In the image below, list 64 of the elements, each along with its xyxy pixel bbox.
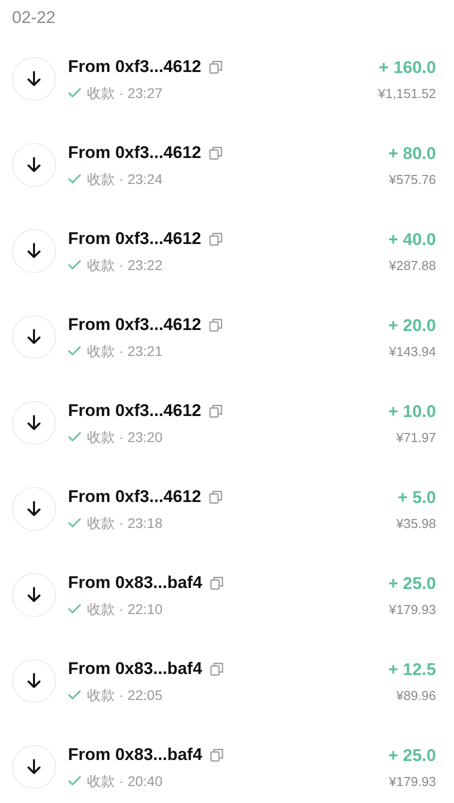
sender-address: From 0xf3...4612 [68,142,202,164]
copy-icon[interactable] [209,318,224,332]
fiat-value: ¥71.97 [396,428,436,446]
transaction-detail: 收款 · 23:18 [87,514,162,533]
amount: + 5.0 [398,487,436,509]
check-icon [68,260,81,270]
amount: + 160.0 [378,57,436,79]
transaction-detail: 收款 · 22:10 [87,600,162,619]
transaction-detail: 收款 · 20:40 [87,772,162,791]
amount: + 20.0 [388,315,436,337]
receive-icon [12,315,56,359]
sender-address: From 0xf3...4612 [68,56,202,78]
fiat-value: ¥1,151.52 [378,84,436,102]
amount: + 10.0 [388,401,436,423]
amount: + 40.0 [388,229,436,251]
sender-address: From 0xf3...4612 [68,314,202,336]
copy-icon[interactable] [210,576,224,590]
receive-icon [12,659,56,703]
fiat-value: ¥89.96 [396,686,436,704]
copy-icon[interactable] [209,60,224,74]
amount: + 25.0 [388,573,436,595]
amount: + 80.0 [388,143,436,165]
copy-icon[interactable] [209,232,224,246]
check-icon [68,432,81,442]
fiat-value: ¥143.94 [389,342,436,360]
copy-icon[interactable] [209,146,224,160]
check-icon [68,604,81,614]
sender-address: From 0xf3...4612 [68,486,202,508]
check-icon [68,174,81,184]
sender-address: From 0x83...baf4 [68,572,202,594]
transaction-detail: 收款 · 22:05 [87,686,162,705]
transaction-detail: 收款 · 23:27 [87,84,162,103]
check-icon [68,776,81,786]
fiat-value: ¥179.93 [389,772,436,790]
amount: + 25.0 [388,745,436,767]
receive-icon [12,401,56,445]
receive-icon [12,57,56,101]
copy-icon[interactable] [209,404,224,418]
fiat-value: ¥35.98 [396,514,436,532]
receive-icon [12,487,56,531]
fiat-value: ¥179.93 [389,600,436,618]
receive-icon [12,143,56,187]
amount: + 12.5 [388,659,436,681]
transaction-detail: 收款 · 23:21 [87,342,162,361]
check-icon [68,88,81,98]
receive-icon [12,229,56,273]
fiat-value: ¥575.76 [389,170,436,188]
sender-address: From 0xf3...4612 [68,400,202,422]
sender-address: From 0x83...baf4 [68,658,202,680]
receive-icon [12,573,56,617]
transaction-detail: 收款 · 23:20 [87,428,162,447]
transaction-detail: 收款 · 23:24 [87,170,162,189]
sender-address: From 0x83...baf4 [68,744,202,766]
check-icon [68,690,81,700]
transaction-detail: 收款 · 23:22 [87,256,162,275]
date-header: 02-22 [12,7,56,30]
check-icon [68,346,81,356]
copy-icon[interactable] [209,490,224,504]
receive-icon [12,745,56,789]
copy-icon[interactable] [210,748,224,762]
sender-address: From 0xf3...4612 [68,228,202,250]
check-icon [68,518,81,528]
copy-icon[interactable] [210,662,224,676]
fiat-value: ¥287.88 [389,256,436,274]
